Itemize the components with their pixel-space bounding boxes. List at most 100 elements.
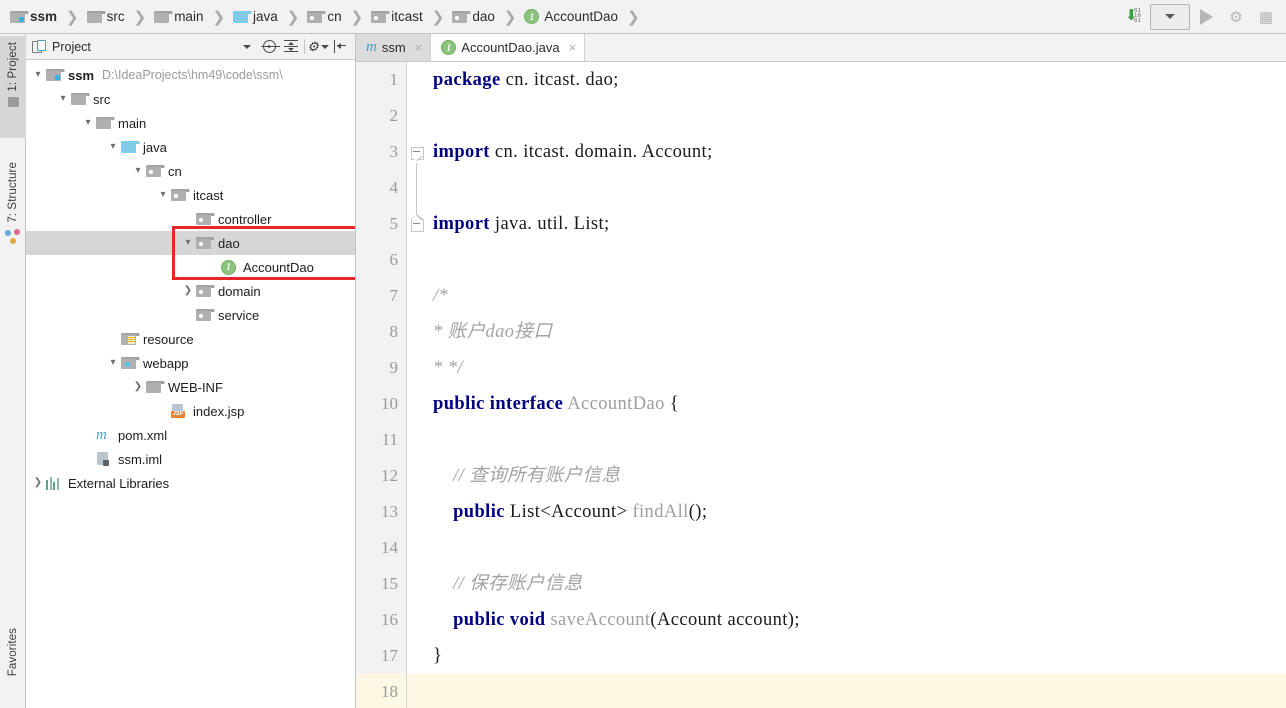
breadcrumb-item-java[interactable]: java [233,0,278,33]
update-project-icon[interactable]: ⬇ 01 10 01 [1120,4,1148,30]
tree-item-cn[interactable]: ▾ cn [26,159,355,183]
fold-marker-column[interactable] [407,62,425,708]
chevron-right-icon[interactable]: ❯ [180,286,196,296]
chevron-right-icon[interactable]: ❯ [130,382,146,392]
tree-item-label: src [93,91,111,107]
tree-item-service[interactable]: service [26,303,355,327]
code-token: public interface [433,394,564,414]
breadcrumb-item-dao[interactable]: dao [452,0,495,33]
line-number: 10 [381,394,398,413]
line-number: 12 [381,466,398,485]
arrow-glyph: ▾ [160,189,166,200]
code-token: * */ [433,358,463,378]
editor-tab-accountdao-java[interactable]: I AccountDao.java × [431,34,586,61]
tree-item-webapp[interactable]: ▾ webapp [26,351,355,375]
tree-item-controller[interactable]: controller [26,207,355,231]
line-number: 2 [389,106,399,125]
run-button[interactable] [1192,4,1220,30]
module-folder-icon [46,69,65,81]
line-number: 9 [389,358,399,377]
tree-item-itcast[interactable]: ▾ itcast [26,183,355,207]
code-token: public [453,502,505,522]
close-icon[interactable]: × [411,40,423,55]
tree-item-index-jsp[interactable]: JSP index.jsp [26,399,355,423]
breadcrumb-item-itcast[interactable]: itcast [371,0,423,33]
tree-item-icon-wrap [46,69,65,81]
interface-icon: I [524,9,540,24]
arrow-glyph: ▾ [85,117,91,128]
sidebar-item-structure[interactable]: 7: Structure [0,158,26,266]
tree-item-ssm-iml[interactable]: ssm.iml [26,447,355,471]
chevron-down-icon[interactable]: ▾ [105,142,121,152]
tree-item-main[interactable]: ▾ main [26,111,355,135]
iml-file-icon [96,451,110,467]
package-folder-icon [452,10,472,23]
line-number: 11 [381,430,398,449]
sidebar-item-favorites[interactable]: Favorites [0,624,26,704]
chevron-down-icon[interactable]: ▾ [105,358,121,368]
run-configuration-selector[interactable] [1150,3,1190,30]
breadcrumb-item-cn[interactable]: cn [307,0,342,33]
breadcrumb-label: AccountDao [544,9,618,24]
collapse-all-button[interactable] [280,36,302,58]
code-text-column[interactable]: package cn. itcast. dao; import cn. itca… [425,62,1286,708]
tree-item-ssm[interactable]: ▾ ssm D:\IdeaProjects\hm49\code\ssm\ [26,63,355,87]
arrow-glyph: ▾ [185,237,191,248]
panel-settings-button[interactable]: ⚙ [307,36,329,58]
breadcrumb-label: java [253,9,278,24]
view-options-dropdown[interactable] [236,36,258,58]
tree-item-java[interactable]: ▾ java [26,135,355,159]
sidebar-item-project[interactable]: 1: Project [0,36,26,138]
locate-file-button[interactable] [258,36,280,58]
breadcrumb-item-main[interactable]: main [154,0,203,33]
arrow-glyph: ❯ [183,285,193,296]
code-token: (); [688,502,708,522]
chevron-down-icon[interactable]: ▾ [180,238,196,248]
fold-marker-up[interactable] [410,214,424,232]
tree-item-domain[interactable]: ❯ domain [26,279,355,303]
tree-item-accountdao[interactable]: I AccountDao [26,255,355,279]
code-token: /* [433,286,449,306]
breadcrumb-label: dao [472,9,495,24]
fold-connector-line [416,162,417,214]
tree-item-web-inf[interactable]: ❯ WEB-INF [26,375,355,399]
code-token: List<Account> [504,502,633,522]
chevron-down-icon[interactable]: ▾ [130,166,146,176]
code-area[interactable]: 1 2 3 4 5 6 7 8 9 10 11 12 13 14 15 16 17 18 package cn. … [356,62,1286,708]
tree-item-src[interactable]: ▾ src [26,87,355,111]
close-icon[interactable]: × [565,40,577,55]
debug-button[interactable]: ⚙ [1222,4,1250,30]
project-tool-icon [7,96,19,107]
project-tree[interactable]: ▾ ssm D:\IdeaProjects\hm49\code\ssm\ ▾ src ▾ m… [26,60,355,708]
code-line: public interface AccountDao { [425,386,1286,422]
chevron-down-icon[interactable]: ▾ [30,70,46,80]
coverage-button[interactable]: ▦ [1252,4,1280,30]
tree-item-external-libraries[interactable]: ❯ External Libraries [26,471,355,495]
editor-tab-ssm[interactable]: m ssm × [356,34,432,61]
code-line: * 账户dao接口 [425,314,1286,350]
chevron-down-icon[interactable]: ▾ [155,190,171,200]
tree-item-label: ssm [68,67,95,83]
breadcrumb-item-accountdao[interactable]: I AccountDao [524,0,618,33]
tree-item-label: controller [218,211,272,227]
chevron-down-icon[interactable]: ▾ [80,118,96,128]
breadcrumb-separator: ❯ [212,8,226,26]
tree-item-resource[interactable]: resource [26,327,355,351]
breadcrumb-separator: ❯ [133,8,147,26]
breadcrumb-item-ssm[interactable]: ssm [10,0,57,33]
chevron-right-icon[interactable]: ❯ [30,478,46,488]
code-line: import cn. itcast. domain. Account; [425,134,1286,170]
tree-item-dao[interactable]: ▾ dao [26,231,355,255]
chevron-down-icon [320,44,329,49]
breadcrumb-item-src[interactable]: src [86,0,125,33]
structure-tool-label: 7: Structure [7,162,19,223]
fold-marker-down[interactable] [410,146,424,161]
tree-item-pom-xml[interactable]: m pom.xml [26,423,355,447]
tree-item-icon-wrap: m [96,427,114,443]
chevron-down-icon[interactable]: ▾ [55,94,71,104]
hide-panel-button[interactable] [329,36,351,58]
line-number: 17 [381,646,398,665]
tree-item-icon-wrap [71,93,90,105]
